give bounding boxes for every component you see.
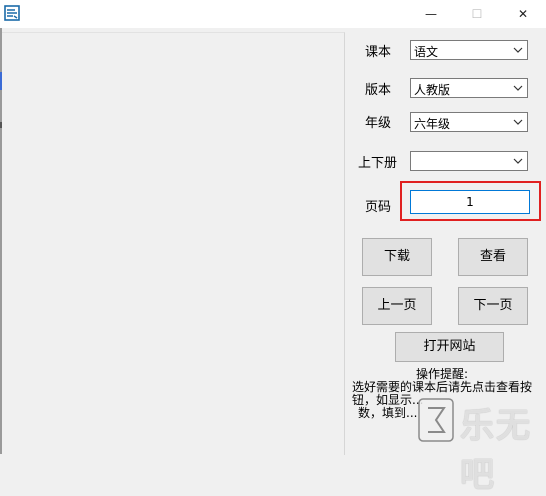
grade-label: 年级 — [365, 116, 392, 131]
maximize-icon: ☐ — [471, 7, 483, 21]
app-window: — ☐ ✕ 课本 语文 版本 人教版 年级 六年级 上下册 页码 1 下载 查看… — [0, 0, 546, 495]
close-icon: ✕ — [517, 7, 529, 21]
next-page-button[interactable]: 下一页 — [458, 287, 528, 325]
chevron-down-icon — [513, 47, 523, 53]
grade-select[interactable]: 六年级 — [410, 112, 528, 132]
textbook-select[interactable]: 语文 — [410, 40, 528, 60]
textbook-label: 课本 — [365, 45, 392, 60]
view-button[interactable]: 查看 — [458, 238, 528, 276]
chevron-down-icon — [513, 158, 523, 164]
maximize-button[interactable]: ☐ — [454, 0, 500, 28]
watermark-logo — [418, 398, 454, 442]
watermark-text: 乐无吧 — [460, 406, 532, 495]
grade-value: 六年级 — [414, 117, 451, 131]
title-bar: — ☐ ✕ — [0, 0, 546, 28]
minimize-icon: — — [425, 7, 437, 21]
app-icon — [4, 5, 20, 21]
minimize-button[interactable]: — — [408, 0, 454, 28]
prev-page-button[interactable]: 上一页 — [362, 287, 432, 325]
edition-select[interactable]: 人教版 — [410, 78, 528, 98]
textbook-value: 语文 — [414, 45, 439, 59]
edition-label: 版本 — [365, 83, 392, 98]
open-website-button[interactable]: 打开网站 — [395, 332, 504, 362]
edition-value: 人教版 — [414, 83, 451, 97]
download-button[interactable]: 下载 — [362, 238, 432, 276]
chevron-down-icon — [513, 119, 523, 125]
page-number-input[interactable]: 1 — [410, 190, 530, 214]
volume-label: 上下册 — [358, 156, 398, 171]
close-button[interactable]: ✕ — [500, 0, 546, 28]
preview-panel — [2, 32, 345, 455]
page-label: 页码 — [365, 200, 392, 215]
chevron-down-icon — [513, 85, 523, 91]
volume-select[interactable] — [410, 151, 528, 171]
